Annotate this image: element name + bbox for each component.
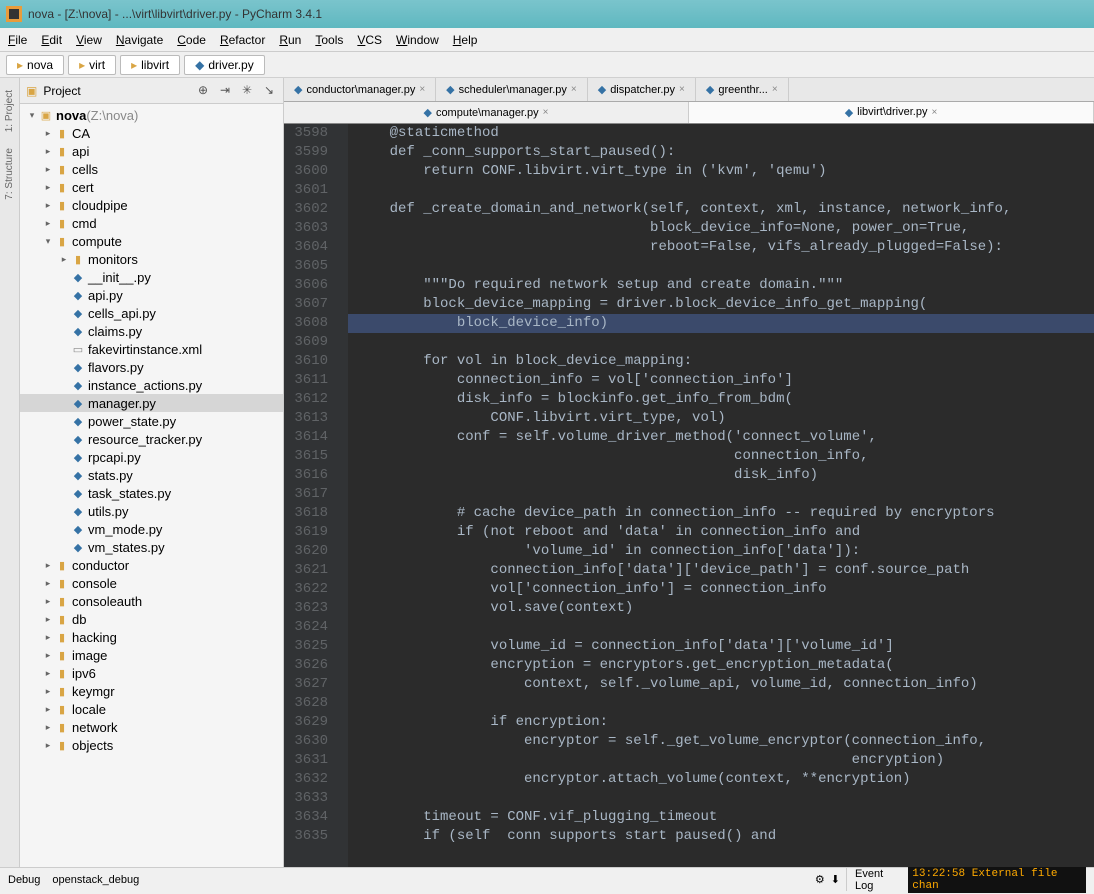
tree-folder[interactable]: ▸▮monitors <box>20 250 283 268</box>
tree-file[interactable]: ◆utils.py <box>20 502 283 520</box>
fold-gutter[interactable] <box>336 124 348 867</box>
editor-tab[interactable]: ◆conductor\manager.py× <box>284 78 436 101</box>
tree-folder[interactable]: ▸▮keymgr <box>20 682 283 700</box>
tree-file[interactable]: ◆cells_api.py <box>20 304 283 322</box>
breadcrumb-part[interactable]: ◆driver.py <box>184 55 265 75</box>
tree-folder[interactable]: ▸▮cells <box>20 160 283 178</box>
download-icon[interactable]: ⬇ <box>831 873 840 886</box>
python-file-icon: ◆ <box>706 83 714 96</box>
menu-code[interactable]: Code <box>177 33 206 47</box>
python-file-icon: ◆ <box>423 106 431 119</box>
python-file-icon: ◆ <box>598 83 606 96</box>
tree-file[interactable]: ▭fakevirtinstance.xml <box>20 340 283 358</box>
openstack-debug-tab[interactable]: openstack_debug <box>52 874 139 886</box>
left-tool-strip: 1: Project 7: Structure <box>0 78 20 867</box>
tree-file[interactable]: ◆api.py <box>20 286 283 304</box>
tree-file[interactable]: ◆power_state.py <box>20 412 283 430</box>
event-log[interactable]: Event Log 13:22:58 External file chan <box>846 868 1086 891</box>
editor-tab[interactable]: ◆greenthr...× <box>696 78 789 101</box>
tree-folder[interactable]: ▸▮ipv6 <box>20 664 283 682</box>
tree-folder[interactable]: ▸▮db <box>20 610 283 628</box>
editor-tab[interactable]: ◆compute\manager.py× <box>284 102 689 123</box>
close-icon[interactable]: × <box>679 84 685 95</box>
tool-project[interactable]: 1: Project <box>4 90 15 132</box>
code-editor[interactable]: 3598359936003601360236033604360536063607… <box>284 124 1094 867</box>
tree-folder[interactable]: ▸▮conductor <box>20 556 283 574</box>
window-title: nova - [Z:\nova] - ...\virt\libvirt\driv… <box>28 7 322 21</box>
breadcrumb-bar: ▸nova▸virt▸libvirt◆driver.py <box>0 52 1094 78</box>
status-bar: Debug openstack_debug ⚙ ⬇ Event Log 13:2… <box>0 867 1094 891</box>
line-number-gutter: 3598359936003601360236033604360536063607… <box>284 124 336 867</box>
tree-folder[interactable]: ▸▮CA <box>20 124 283 142</box>
tree-folder[interactable]: ▸▮console <box>20 574 283 592</box>
menu-file[interactable]: File <box>8 33 27 47</box>
python-file-icon: ◆ <box>294 83 302 96</box>
tree-folder[interactable]: ▸▮cmd <box>20 214 283 232</box>
editor-area: ◆conductor\manager.py×◆scheduler\manager… <box>284 78 1094 867</box>
tree-folder[interactable]: ▸▮locale <box>20 700 283 718</box>
menu-help[interactable]: Help <box>453 33 478 47</box>
tree-folder[interactable]: ▸▮hacking <box>20 628 283 646</box>
project-tree[interactable]: ▾▣nova (Z:\nova)▸▮CA▸▮api▸▮cells▸▮cert▸▮… <box>20 104 283 867</box>
menu-refactor[interactable]: Refactor <box>220 33 265 47</box>
project-panel-header: ▣ Project ⊕ ⇥ ✳ ↘ <box>20 78 283 104</box>
hide-panel-icon[interactable]: ↘ <box>261 83 277 99</box>
project-panel-title: Project <box>43 84 189 98</box>
tree-file[interactable]: ◆manager.py <box>20 394 283 412</box>
menu-bar: File Edit View Navigate Code Refactor Run Tools… <box>0 28 1094 52</box>
tree-folder[interactable]: ▸▮cert <box>20 178 283 196</box>
project-panel: ▣ Project ⊕ ⇥ ✳ ↘ ▾▣nova (Z:\nova)▸▮CA▸▮… <box>20 78 284 867</box>
tree-file[interactable]: ◆flavors.py <box>20 358 283 376</box>
app-icon <box>6 6 22 22</box>
editor-tab-bar-top: ◆conductor\manager.py×◆scheduler\manager… <box>284 78 1094 102</box>
breadcrumb-part[interactable]: ▸nova <box>6 55 64 75</box>
tree-folder[interactable]: ▸▮network <box>20 718 283 736</box>
tree-file[interactable]: ◆vm_mode.py <box>20 520 283 538</box>
title-bar: nova - [Z:\nova] - ...\virt\libvirt\driv… <box>0 0 1094 28</box>
tree-file[interactable]: ◆stats.py <box>20 466 283 484</box>
menu-window[interactable]: Window <box>396 33 439 47</box>
python-file-icon: ◆ <box>845 106 853 119</box>
editor-tab[interactable]: ◆libvirt\driver.py× <box>689 102 1094 123</box>
tree-folder[interactable]: ▸▮api <box>20 142 283 160</box>
close-icon[interactable]: × <box>419 84 425 95</box>
tree-file[interactable]: ◆__init__.py <box>20 268 283 286</box>
tree-folder[interactable]: ▸▮objects <box>20 736 283 754</box>
tree-folder[interactable]: ▸▮cloudpipe <box>20 196 283 214</box>
menu-view[interactable]: View <box>76 33 102 47</box>
gear-icon[interactable]: ✳ <box>239 83 255 99</box>
tree-file[interactable]: ◆vm_states.py <box>20 538 283 556</box>
run-config-icon[interactable]: ⚙ <box>815 873 825 886</box>
editor-tab-bar-sub: ◆compute\manager.py×◆libvirt\driver.py× <box>284 102 1094 124</box>
menu-tools[interactable]: Tools <box>315 33 343 47</box>
debug-tab[interactable]: Debug <box>8 874 40 886</box>
menu-navigate[interactable]: Navigate <box>116 33 163 47</box>
menu-run[interactable]: Run <box>279 33 301 47</box>
editor-tab[interactable]: ◆scheduler\manager.py× <box>436 78 588 101</box>
tree-file[interactable]: ◆resource_tracker.py <box>20 430 283 448</box>
close-icon[interactable]: × <box>543 107 549 118</box>
breadcrumb-part[interactable]: ▸libvirt <box>120 55 180 75</box>
python-file-icon: ◆ <box>446 83 454 96</box>
tree-folder[interactable]: ▸▮image <box>20 646 283 664</box>
tree-folder[interactable]: ▾▮compute <box>20 232 283 250</box>
tree-root[interactable]: ▾▣nova (Z:\nova) <box>20 106 283 124</box>
close-icon[interactable]: × <box>931 107 937 118</box>
tool-structure[interactable]: 7: Structure <box>4 148 15 200</box>
tree-file[interactable]: ◆rpcapi.py <box>20 448 283 466</box>
close-icon[interactable]: × <box>772 84 778 95</box>
tree-file[interactable]: ◆task_states.py <box>20 484 283 502</box>
tree-file[interactable]: ◆instance_actions.py <box>20 376 283 394</box>
menu-vcs[interactable]: VCS <box>357 33 382 47</box>
breadcrumb-part[interactable]: ▸virt <box>68 55 116 75</box>
tree-folder[interactable]: ▸▮consoleauth <box>20 592 283 610</box>
project-folder-icon: ▣ <box>26 84 37 98</box>
tree-file[interactable]: ◆claims.py <box>20 322 283 340</box>
code-content[interactable]: @staticmethod def _conn_supports_start_p… <box>348 124 1094 867</box>
collapse-all-icon[interactable]: ⇥ <box>217 83 233 99</box>
scroll-from-source-icon[interactable]: ⊕ <box>195 83 211 99</box>
menu-edit[interactable]: Edit <box>41 33 62 47</box>
editor-tab[interactable]: ◆dispatcher.py× <box>588 78 696 101</box>
close-icon[interactable]: × <box>571 84 577 95</box>
